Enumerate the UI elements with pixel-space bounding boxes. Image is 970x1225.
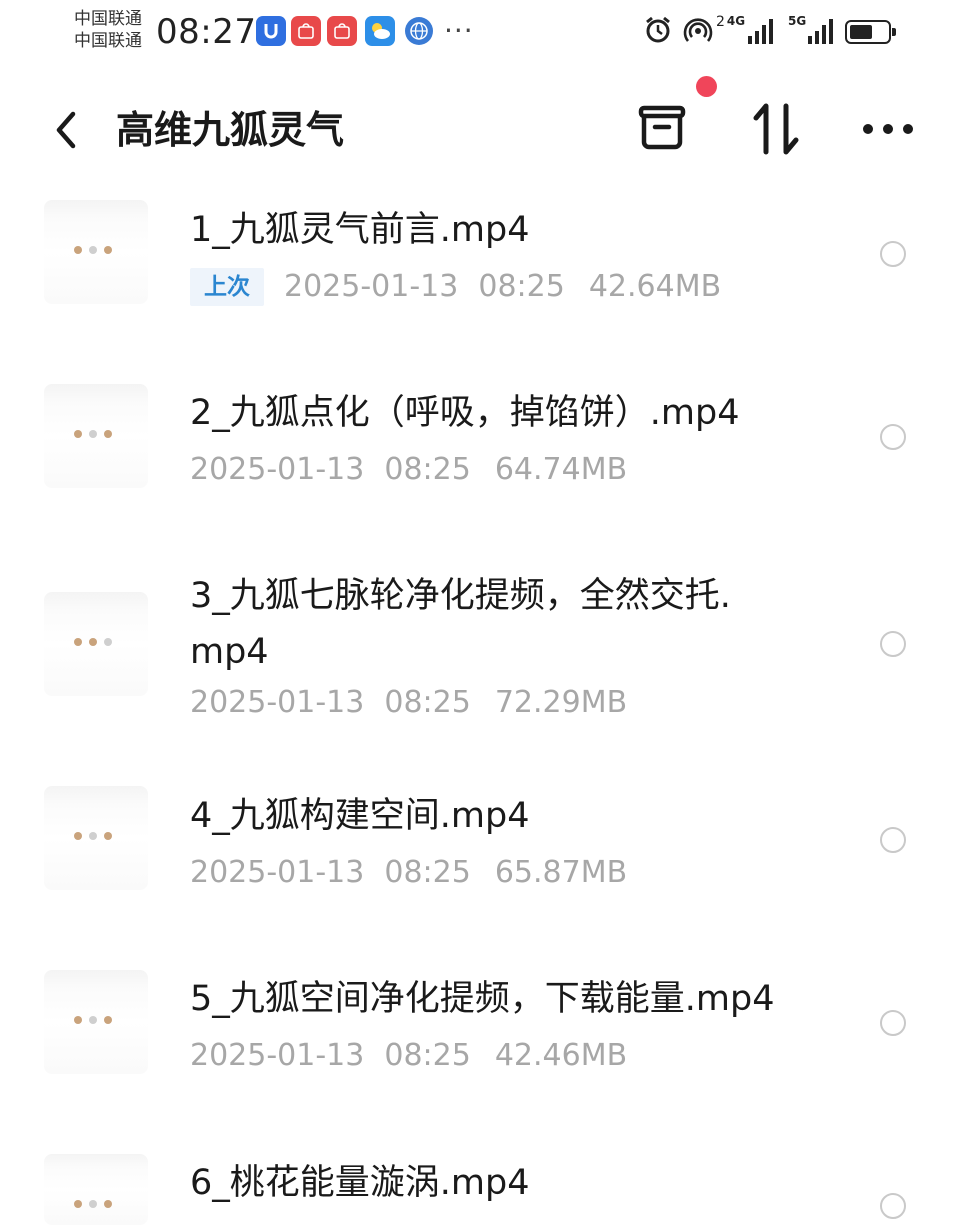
file-meta: 上次 2025-01-13 08:25 42.64MB: [190, 267, 721, 307]
signal-bars-1-icon: [748, 18, 773, 44]
file-name: 1_九狐灵气前言.mp4: [190, 210, 530, 250]
file-meta: 2025-01-13 08:25 42.46MB: [190, 1036, 627, 1076]
file-time: 08:25: [384, 1038, 471, 1073]
header-bar: 高维九狐灵气: [0, 80, 970, 180]
carrier-1: 中国联通: [74, 9, 142, 29]
chevron-left-icon: [56, 111, 76, 149]
signal-bars-2-icon: [808, 18, 833, 44]
sort-icon: [753, 103, 799, 155]
file-name: 6_桃花能量漩涡.mp4: [190, 1163, 530, 1203]
archive-icon: [638, 105, 686, 150]
last-played-badge: 上次: [190, 268, 264, 306]
more-options-button[interactable]: [858, 98, 918, 160]
select-radio[interactable]: [880, 1010, 906, 1036]
hotspot-badge: 2: [716, 14, 725, 30]
video-thumbnail: [44, 592, 148, 696]
video-thumbnail: [44, 384, 148, 488]
file-size: 65.87MB: [494, 855, 628, 890]
alarm-icon: [642, 14, 674, 52]
video-thumbnail: [44, 1154, 148, 1225]
archive-button[interactable]: [632, 98, 692, 160]
file-name: 5_九狐空间净化提频，下载能量.mp4: [190, 979, 775, 1019]
select-radio[interactable]: [880, 424, 906, 450]
file-name: 2_九狐点化（呼吸，掉馅饼）.mp4: [190, 393, 740, 433]
file-size: 64.74MB: [494, 452, 628, 487]
sort-button[interactable]: [746, 98, 806, 160]
file-date: 2025-01-13: [284, 269, 459, 304]
file-size: 42.64MB: [588, 269, 722, 304]
file-size: 72.29MB: [494, 685, 628, 720]
network-label-2: 5G: [788, 14, 807, 28]
network-type-1: 2 4G: [716, 14, 745, 30]
video-thumbnail: [44, 970, 148, 1074]
file-meta: 2025-01-13 08:25 64.74MB: [190, 450, 627, 490]
huawei-icon: [291, 16, 321, 46]
u-app-icon: [256, 16, 286, 46]
file-date: 2025-01-13: [190, 855, 365, 890]
video-thumbnail: [44, 200, 148, 304]
select-radio[interactable]: [880, 631, 906, 657]
file-date: 2025-01-13: [190, 1038, 365, 1073]
notification-dot: [696, 76, 717, 97]
file-date: 2025-01-13: [190, 685, 365, 720]
carrier-2: 中国联通: [74, 31, 142, 51]
file-time: 08:25: [478, 269, 565, 304]
battery-icon: [845, 20, 896, 44]
file-meta: 2025-01-13 08:25 65.87MB: [190, 853, 627, 893]
more-icon: [863, 124, 913, 134]
select-radio[interactable]: [880, 1193, 906, 1219]
huawei-icon: [327, 16, 357, 46]
select-radio[interactable]: [880, 241, 906, 267]
status-time: 08:27: [156, 12, 257, 52]
video-thumbnail: [44, 786, 148, 890]
file-time: 08:25: [384, 685, 471, 720]
back-button[interactable]: [44, 104, 88, 156]
file-date: 2025-01-13: [190, 452, 365, 487]
file-size: 42.46MB: [494, 1038, 628, 1073]
file-name: 3_九狐七脉轮净化提频，全然交托.mp4: [190, 576, 731, 672]
notification-overflow: ···: [444, 14, 474, 47]
hotspot-icon: [682, 14, 714, 52]
page-title: 高维九狐灵气: [116, 108, 345, 152]
file-name: 4_九狐构建空间.mp4: [190, 796, 530, 836]
select-radio[interactable]: [880, 827, 906, 853]
file-time: 08:25: [384, 855, 471, 890]
status-bar: 中国联通 中国联通 08:27 ··· 2 4G 5G: [0, 0, 970, 70]
weather-icon: [365, 16, 395, 46]
file-meta: 2025-01-13 08:25 72.29MB: [190, 683, 627, 723]
carrier-labels: 中国联通 中国联通: [74, 8, 142, 52]
file-time: 08:25: [384, 452, 471, 487]
globe-icon: [405, 17, 433, 45]
network-label-1: 4G: [726, 14, 746, 28]
